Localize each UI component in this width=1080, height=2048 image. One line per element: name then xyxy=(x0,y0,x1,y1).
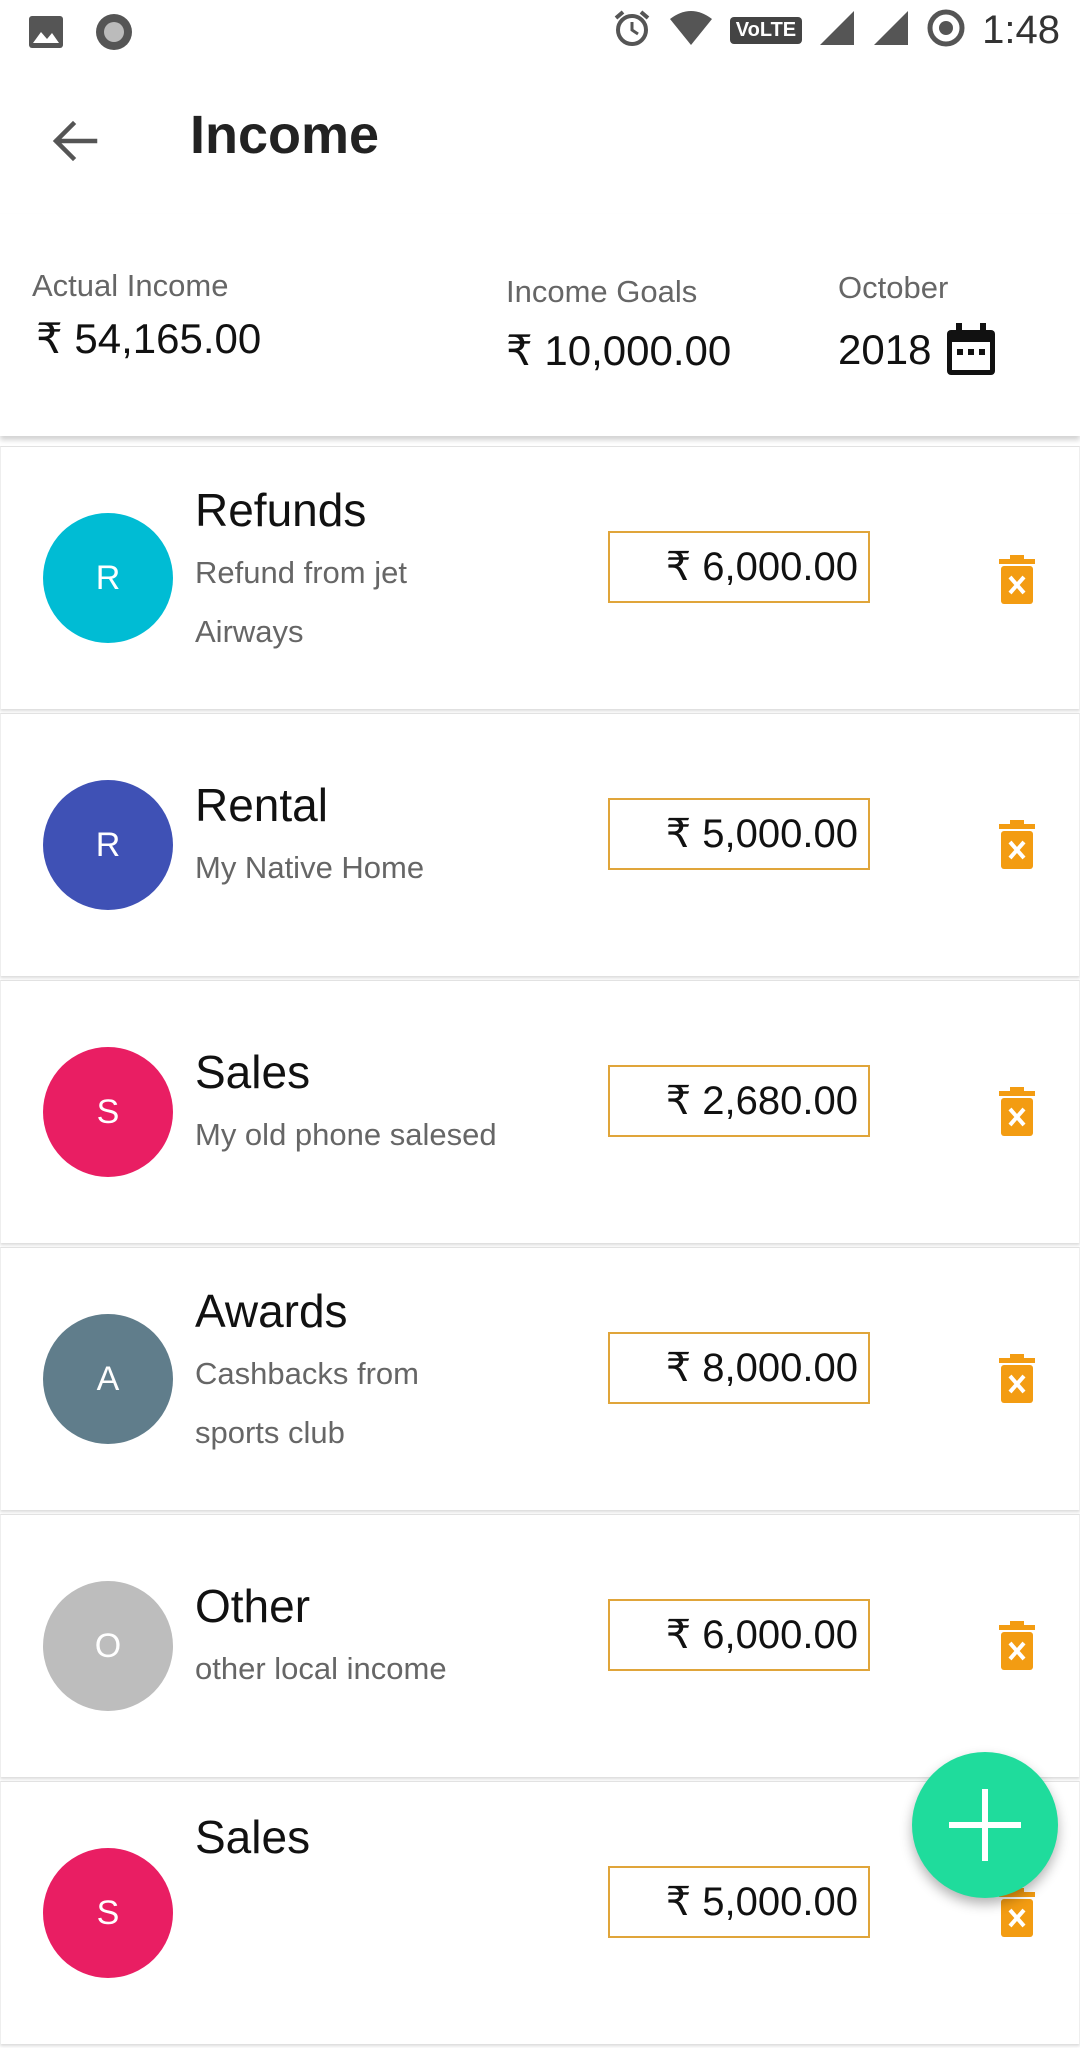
alarm-icon xyxy=(612,8,652,53)
income-goals-value: ₹ 10,000.00 xyxy=(506,327,732,374)
income-summary: Actual Income ₹ 54,165.00 Income Goals ₹… xyxy=(0,214,1080,436)
record-icon xyxy=(94,12,134,57)
income-item[interactable]: S Sales My old phone salesed ₹ 2,680.00 xyxy=(0,980,1080,1243)
sync-icon xyxy=(926,8,966,53)
status-bar: VoLTE 1:48 xyxy=(0,0,1080,64)
income-goals-label: Income Goals xyxy=(506,274,698,309)
signal-icon xyxy=(818,9,856,52)
item-title: Refunds xyxy=(195,484,367,536)
item-title: Sales xyxy=(195,1046,311,1098)
item-title: Awards xyxy=(195,1285,348,1337)
avatar: A xyxy=(43,1314,173,1444)
volte-icon: VoLTE xyxy=(729,17,803,44)
item-subtitle: My Native Home xyxy=(195,850,425,885)
item-subtitle: My old phone salesed xyxy=(195,1117,497,1152)
avatar: R xyxy=(43,780,173,910)
avatar: O xyxy=(43,1581,173,1711)
delete-button[interactable] xyxy=(997,555,1037,605)
item-title: Rental xyxy=(195,779,328,831)
trash-icon xyxy=(999,820,1035,869)
amount-field[interactable]: ₹ 2,680.00 xyxy=(608,1065,870,1137)
avatar: S xyxy=(43,1047,173,1177)
signal-icon xyxy=(872,9,910,52)
item-subtitle: Refund from jet Airways xyxy=(195,555,407,649)
wifi-icon xyxy=(668,9,714,52)
income-item[interactable]: R Rental My Native Home ₹ 5,000.00 xyxy=(0,713,1080,976)
page-title: Income xyxy=(190,105,380,165)
trash-icon xyxy=(999,1087,1035,1136)
amount-field[interactable]: ₹ 5,000.00 xyxy=(608,798,870,870)
delete-button[interactable] xyxy=(997,1621,1037,1671)
image-icon xyxy=(28,15,64,54)
delete-button[interactable] xyxy=(997,1087,1037,1137)
year-value: 2018 xyxy=(838,326,932,373)
actual-income-label: Actual Income xyxy=(32,268,229,303)
item-title: Sales xyxy=(195,1811,311,1863)
trash-icon xyxy=(999,1621,1035,1670)
month-label: October xyxy=(838,270,949,305)
delete-button[interactable] xyxy=(997,1354,1037,1404)
app-bar: Income xyxy=(0,64,1080,214)
income-item[interactable]: A Awards Cashbacks from sports club ₹ 8,… xyxy=(0,1247,1080,1510)
item-subtitle: Cashbacks from sports club xyxy=(195,1356,419,1450)
item-subtitle: other local income xyxy=(195,1651,447,1686)
avatar: R xyxy=(43,513,173,643)
trash-icon xyxy=(999,555,1035,604)
income-item[interactable]: R Refunds Refund from jet Airways ₹ 6,00… xyxy=(0,446,1080,709)
calendar-icon xyxy=(947,323,995,375)
item-title: Other xyxy=(195,1580,311,1632)
plus-icon xyxy=(949,1789,1021,1861)
trash-icon xyxy=(999,1354,1035,1403)
arrow-left-icon xyxy=(52,120,98,162)
amount-field[interactable]: ₹ 6,000.00 xyxy=(608,531,870,603)
actual-income-value: ₹ 54,165.00 xyxy=(36,315,262,362)
amount-field[interactable]: ₹ 6,000.00 xyxy=(608,1599,870,1671)
amount-field[interactable]: ₹ 8,000.00 xyxy=(608,1332,870,1404)
calendar-button[interactable] xyxy=(944,322,998,378)
delete-button[interactable] xyxy=(997,820,1037,870)
income-item[interactable]: O Other other local income ₹ 6,000.00 xyxy=(0,1514,1080,1777)
amount-field[interactable]: ₹ 5,000.00 xyxy=(608,1866,870,1938)
add-income-button[interactable] xyxy=(912,1752,1058,1898)
back-button[interactable] xyxy=(40,106,110,176)
status-time: 1:48 xyxy=(982,8,1060,52)
avatar: S xyxy=(43,1848,173,1978)
